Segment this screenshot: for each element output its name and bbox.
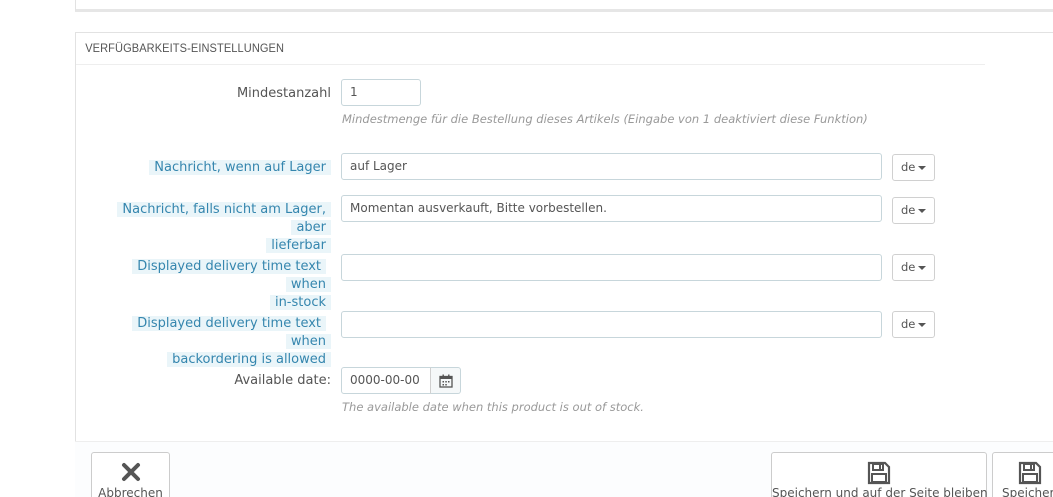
save-label: Speichern <box>1002 486 1053 497</box>
backorder-message-label-line2: lieferbar <box>266 238 331 253</box>
caret-down-icon <box>918 166 926 170</box>
delivery-in-stock-language-button[interactable]: de <box>892 254 935 281</box>
language-code: de <box>901 260 916 274</box>
min-qty-label: Mindestanzahl <box>236 86 331 101</box>
calendar-icon <box>438 374 453 388</box>
caret-down-icon <box>918 266 926 270</box>
cancel-button-label: Abbrechen <box>98 486 163 497</box>
cancel-button[interactable]: Abbrechen <box>91 452 170 497</box>
in-stock-message-language-button[interactable]: de <box>892 154 935 181</box>
available-date-help: The available date when this product is … <box>342 400 644 414</box>
caret-down-icon <box>918 323 926 327</box>
delivery-backorder-label-line1: Displayed delivery time text when <box>132 316 331 349</box>
backorder-message-label-line1: Nachricht, falls nicht am Lager, aber <box>117 202 331 235</box>
delivery-backorder-label: Displayed delivery time text when backor… <box>100 315 331 369</box>
in-stock-message-label-text: Nachricht, wenn auf Lager <box>149 160 331 175</box>
delivery-in-stock-label: Displayed delivery time text when in-sto… <box>100 258 331 312</box>
min-qty-help: Mindestmenge für die Bestellung dieses A… <box>342 112 868 126</box>
delivery-in-stock-label-line1: Displayed delivery time text when <box>132 259 331 292</box>
delivery-in-stock-label-line2: in-stock <box>269 295 331 310</box>
close-icon <box>121 463 140 481</box>
delivery-backorder-label-line2: backordering is allowed <box>167 352 331 367</box>
language-code: de <box>901 203 916 217</box>
panel-title: VERFÜGBARKEITS-EINSTELLUNGEN <box>76 33 985 65</box>
calendar-button[interactable] <box>430 367 461 394</box>
previous-panel <box>75 0 1053 12</box>
available-date-input[interactable]: 0000-00-00 <box>341 367 432 394</box>
in-stock-message-label: Nachricht, wenn auf Lager <box>120 159 331 177</box>
save-icon <box>867 461 891 485</box>
backorder-message-language-button[interactable]: de <box>892 197 935 224</box>
language-code: de <box>901 317 916 331</box>
backorder-message-input[interactable]: Momentan ausverkauft, Bitte vorbestellen… <box>341 195 882 222</box>
save-and-stay-button[interactable]: Speichern und auf der Seite bleiben <box>771 452 988 497</box>
min-qty-input[interactable]: 1 <box>341 79 421 106</box>
in-stock-message-input[interactable]: auf Lager <box>341 153 882 180</box>
delivery-in-stock-input[interactable] <box>341 254 882 281</box>
backorder-message-label: Nachricht, falls nicht am Lager, aber li… <box>100 201 331 255</box>
language-code: de <box>901 160 916 174</box>
delivery-backorder-language-button[interactable]: de <box>892 311 935 338</box>
delivery-backorder-input[interactable] <box>341 311 882 338</box>
caret-down-icon <box>918 209 926 213</box>
save-and-stay-label: Speichern und auf der Seite bleiben <box>772 486 988 497</box>
save-button[interactable]: Speichern <box>992 452 1053 497</box>
save-icon <box>1018 461 1041 485</box>
available-date-label: Available date: <box>234 373 331 388</box>
